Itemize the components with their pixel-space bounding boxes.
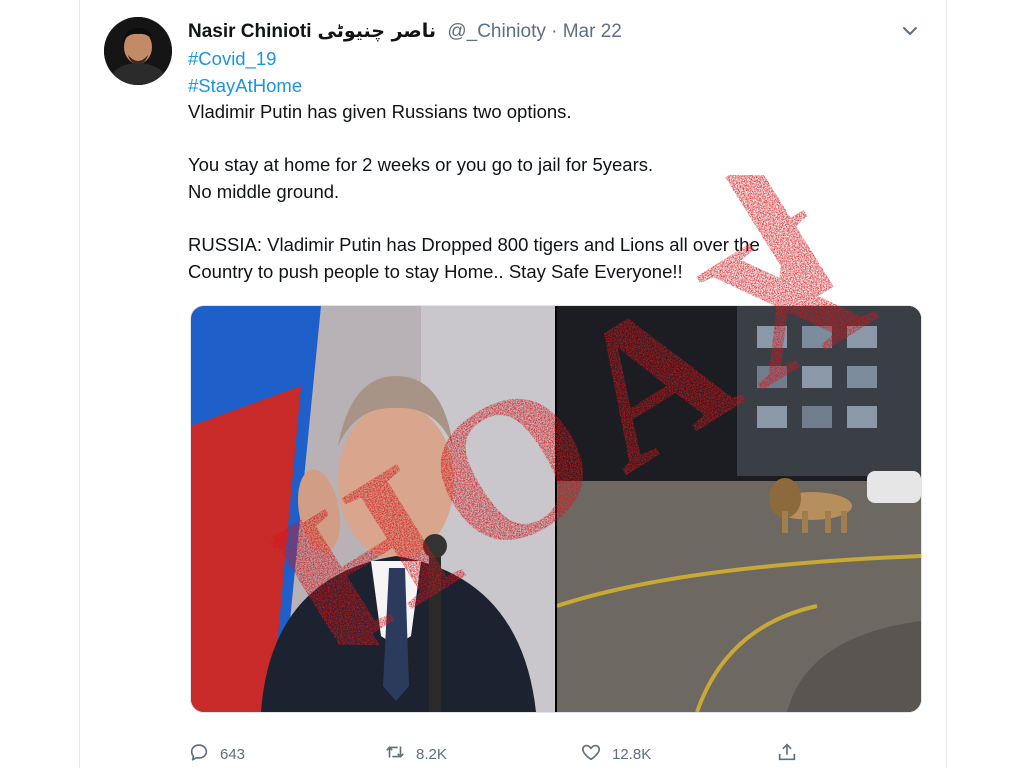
share-icon bbox=[776, 741, 798, 767]
reply-count: 643 bbox=[220, 745, 246, 763]
photo-politician[interactable] bbox=[191, 306, 555, 712]
tweet-text: #Covid_19 #StayAtHome Vladimir Putin has… bbox=[188, 46, 868, 285]
author-name-urdu[interactable]: ناصر چنیوٹی bbox=[318, 20, 437, 42]
reply-button[interactable]: 643 bbox=[188, 741, 245, 767]
tweet-header: Nasir Chinioti ناصر چنیوٹی @_Chinioty · M… bbox=[188, 19, 622, 44]
tweet-media[interactable] bbox=[190, 305, 922, 713]
retweet-icon bbox=[384, 741, 406, 767]
author-name[interactable]: Nasir Chinioti bbox=[188, 21, 312, 42]
avatar[interactable] bbox=[104, 17, 172, 85]
heart-icon bbox=[580, 741, 602, 767]
chevron-down-icon[interactable] bbox=[899, 20, 921, 42]
photo-lion-street[interactable] bbox=[557, 306, 921, 712]
text-line-3: No middle ground. bbox=[188, 180, 340, 202]
reply-icon bbox=[188, 741, 210, 767]
text-line-2: You stay at home for 2 weeks or you go t… bbox=[188, 154, 654, 176]
text-line-4: RUSSIA: Vladimir Putin has Dropped 800 t… bbox=[188, 234, 760, 256]
retweet-count: 8.2K bbox=[416, 745, 447, 763]
tweet-date[interactable]: Mar 22 bbox=[563, 21, 622, 42]
like-button[interactable]: 12.8K bbox=[580, 741, 651, 767]
text-line-1: Vladimir Putin has given Russians two op… bbox=[188, 101, 572, 123]
share-button[interactable] bbox=[776, 741, 798, 767]
separator-dot: · bbox=[551, 21, 558, 42]
author-handle[interactable]: @_Chinioty bbox=[447, 21, 546, 42]
like-count: 12.8K bbox=[612, 745, 652, 763]
text-line-5: Country to push people to stay Home.. St… bbox=[188, 260, 683, 282]
hashtag-covid19[interactable]: #Covid_19 bbox=[188, 48, 276, 69]
retweet-button[interactable]: 8.2K bbox=[384, 741, 447, 767]
hashtag-stayathome[interactable]: #StayAtHome bbox=[188, 75, 302, 96]
